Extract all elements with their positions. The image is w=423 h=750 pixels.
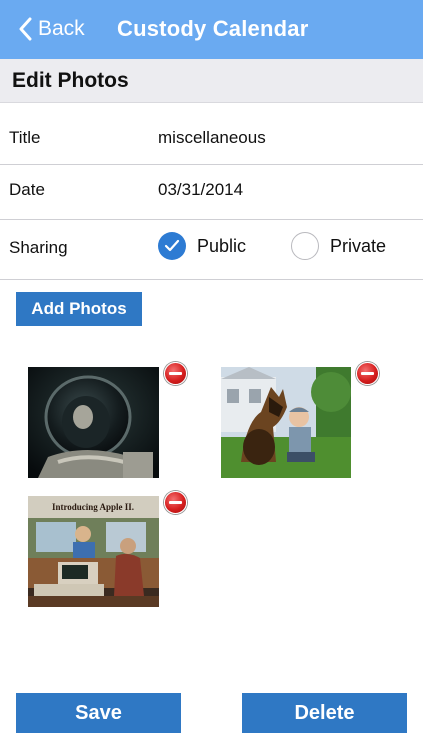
- page-title: Edit Photos: [12, 69, 129, 92]
- date-label: Date: [9, 180, 45, 199]
- remove-photo-2-button[interactable]: [356, 362, 379, 385]
- astronaut-helmet-photo[interactable]: [28, 367, 159, 478]
- title-row: Title miscellaneous: [0, 102, 423, 165]
- private-label: Private: [330, 235, 387, 256]
- dog-and-child-photo[interactable]: [221, 367, 351, 478]
- remove-photo-3-button[interactable]: [164, 491, 187, 514]
- remove-photo-1-button[interactable]: [164, 362, 187, 385]
- public-label: Public: [197, 235, 247, 256]
- nav-title: Custody Calendar: [117, 16, 309, 41]
- add-photos-button[interactable]: Add Photos: [16, 292, 142, 326]
- save-button[interactable]: Save: [16, 693, 181, 733]
- sharing-row: Sharing Public Private: [0, 220, 423, 280]
- date-field[interactable]: 03/31/2014: [158, 180, 243, 200]
- section-header: Edit Photos: [0, 59, 423, 103]
- back-label: Back: [38, 17, 85, 40]
- sharing-public-radio[interactable]: Public: [158, 232, 246, 260]
- photo-caption: Introducing Apple II.: [52, 502, 134, 512]
- sharing-label: Sharing: [9, 238, 68, 257]
- delete-button[interactable]: Delete: [242, 693, 407, 733]
- back-button[interactable]: Back: [18, 14, 85, 44]
- nav-bar: Back Custody Calendar: [0, 0, 423, 59]
- radio-empty-icon: [291, 232, 319, 260]
- introducing-apple-ii-photo[interactable]: Introducing Apple II.: [28, 496, 159, 607]
- chevron-left-icon: [19, 17, 32, 41]
- sharing-private-radio[interactable]: Private: [291, 232, 386, 260]
- title-field[interactable]: miscellaneous: [158, 128, 266, 148]
- title-label: Title: [9, 128, 41, 147]
- checkmark-icon: [158, 232, 186, 260]
- date-row: Date 03/31/2014: [0, 165, 423, 220]
